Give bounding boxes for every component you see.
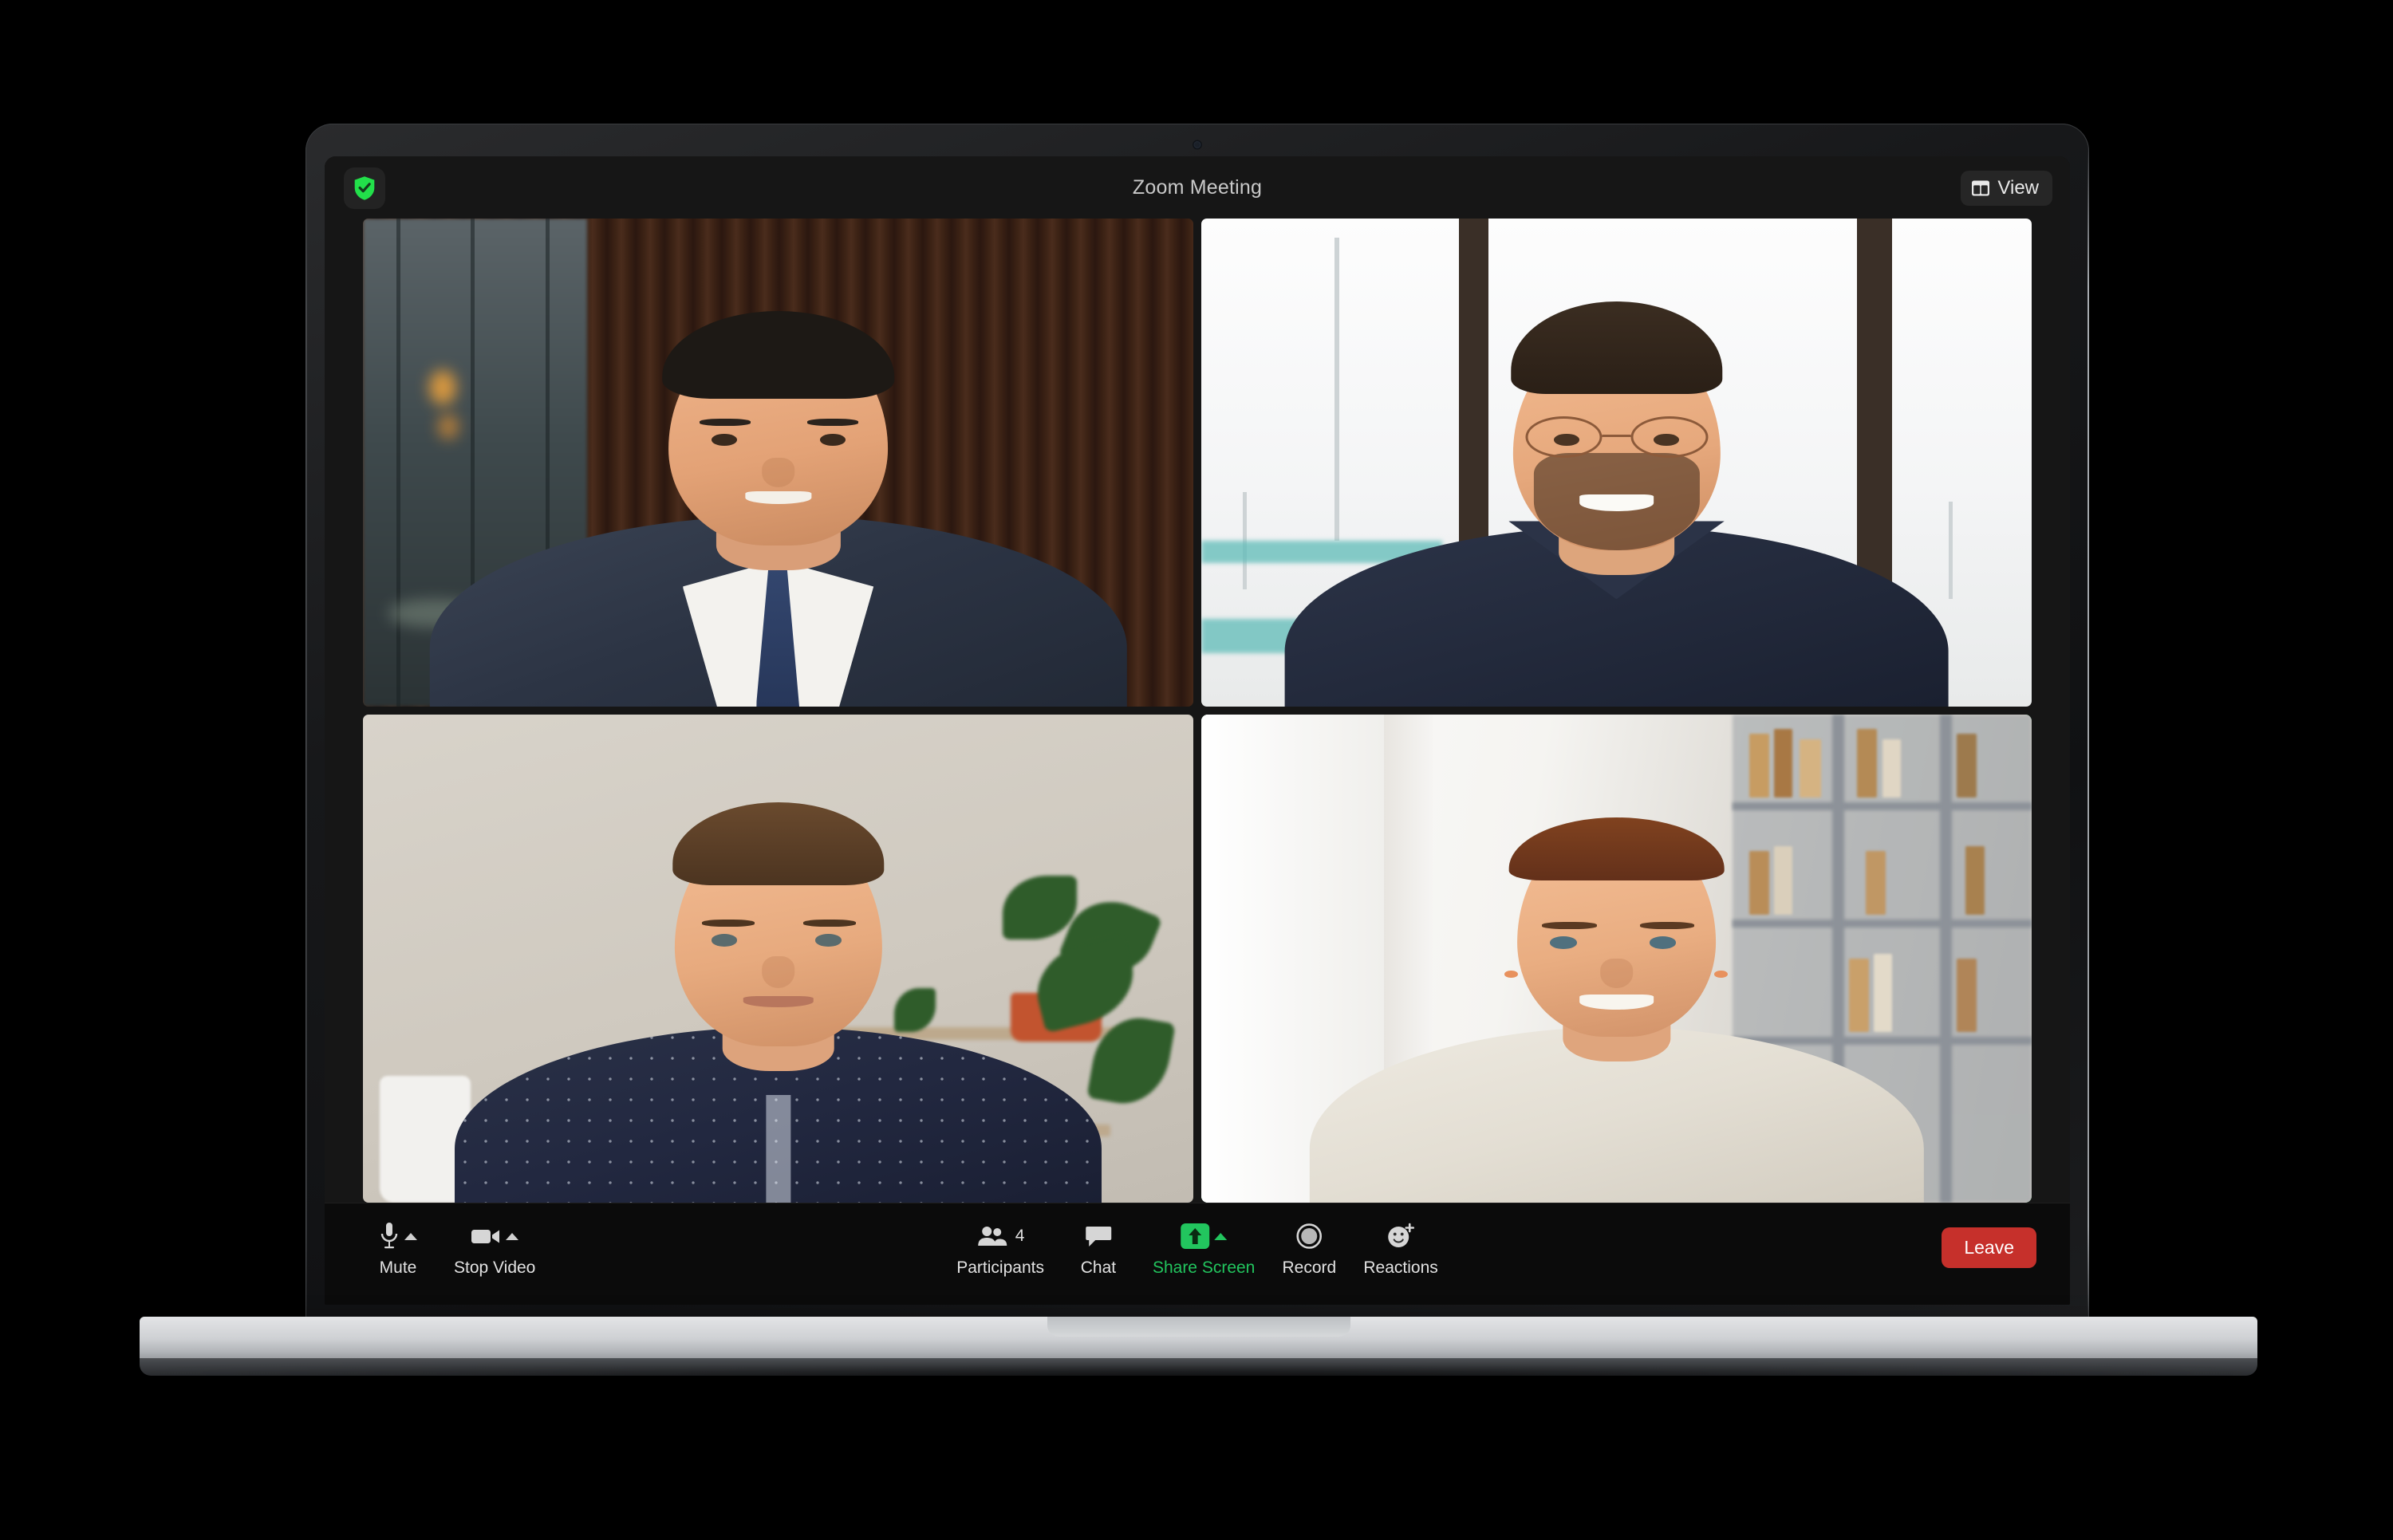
toolbar-center-group: 4 Participants Chat Share Screen Record … bbox=[948, 1215, 1446, 1281]
zoom-meeting-app: Zoom Meeting View Mute Stop Video 4 Part… bbox=[325, 156, 2070, 1305]
video-camera-icon bbox=[471, 1230, 500, 1243]
glasses-icon bbox=[1524, 416, 1709, 458]
video-tile-top-right[interactable] bbox=[1201, 219, 2032, 707]
share-up-arrow-icon bbox=[1181, 1223, 1210, 1249]
view-button[interactable]: View bbox=[1961, 171, 2052, 206]
video-tile-bottom-left[interactable] bbox=[363, 715, 1193, 1203]
reactions-button[interactable]: Reactions bbox=[1355, 1215, 1445, 1281]
record-button[interactable]: Record bbox=[1266, 1215, 1352, 1281]
stop-video-button[interactable]: Stop Video bbox=[446, 1215, 543, 1281]
share-options-chevron-up-icon[interactable] bbox=[1214, 1232, 1228, 1240]
page-title: Zoom Meeting bbox=[1132, 175, 1263, 199]
earring-icon bbox=[1504, 970, 1518, 979]
titlebar: Zoom Meeting View bbox=[325, 156, 2070, 219]
stop-video-button-label: Stop Video bbox=[454, 1258, 536, 1277]
device-shadow bbox=[112, 1370, 2281, 1397]
reactions-button-label: Reactions bbox=[1363, 1258, 1438, 1277]
video-feed bbox=[363, 715, 1193, 1203]
video-feed bbox=[1201, 219, 2032, 707]
video-grid bbox=[325, 219, 2070, 1203]
share-screen-button[interactable]: Share Screen bbox=[1145, 1215, 1263, 1281]
speech-bubble-icon bbox=[1085, 1227, 1111, 1247]
shield-check-icon bbox=[354, 176, 375, 200]
share-screen-button-label: Share Screen bbox=[1152, 1258, 1256, 1277]
laptop-screen: Zoom Meeting View Mute Stop Video 4 Part… bbox=[325, 156, 2070, 1305]
mute-button-label: Mute bbox=[379, 1258, 417, 1277]
participants-button-label: Participants bbox=[956, 1258, 1044, 1277]
participants-count-badge: 4 bbox=[1015, 1227, 1025, 1245]
smiley-plus-icon bbox=[1388, 1223, 1414, 1247]
record-button-label: Record bbox=[1282, 1258, 1337, 1277]
toolbar-right-group: Leave bbox=[1942, 1227, 2036, 1268]
participants-button[interactable]: 4 Participants bbox=[948, 1215, 1052, 1281]
encryption-shield-button[interactable] bbox=[344, 167, 385, 209]
video-tile-bottom-right-active-speaker[interactable] bbox=[1201, 715, 2032, 1203]
laptop-base bbox=[140, 1317, 2257, 1376]
chat-button-label: Chat bbox=[1080, 1258, 1117, 1277]
mute-options-chevron-up-icon[interactable] bbox=[404, 1232, 417, 1240]
record-circle-icon bbox=[1296, 1223, 1323, 1249]
video-feed bbox=[1201, 715, 2032, 1203]
video-feed bbox=[363, 219, 1193, 707]
laptop-device: Zoom Meeting View Mute Stop Video 4 Part… bbox=[306, 124, 2089, 1321]
webcam-icon bbox=[1193, 141, 1201, 148]
layout-grid-icon bbox=[1972, 180, 1990, 196]
mute-button[interactable]: Mute bbox=[355, 1215, 441, 1281]
microphone-icon bbox=[380, 1223, 398, 1249]
people-icon bbox=[977, 1227, 1007, 1246]
toolbar-left-group: Mute Stop Video bbox=[355, 1215, 543, 1281]
video-options-chevron-up-icon[interactable] bbox=[506, 1232, 519, 1240]
leave-button[interactable]: Leave bbox=[1942, 1227, 2036, 1268]
view-button-label: View bbox=[1997, 177, 2039, 199]
chat-button[interactable]: Chat bbox=[1055, 1215, 1141, 1281]
laptop-base-notch bbox=[1047, 1317, 1350, 1337]
meeting-toolbar: Mute Stop Video 4 Participants Chat Shar… bbox=[325, 1203, 2070, 1305]
participant-placket bbox=[765, 1095, 791, 1203]
video-tile-top-left[interactable] bbox=[363, 219, 1193, 707]
